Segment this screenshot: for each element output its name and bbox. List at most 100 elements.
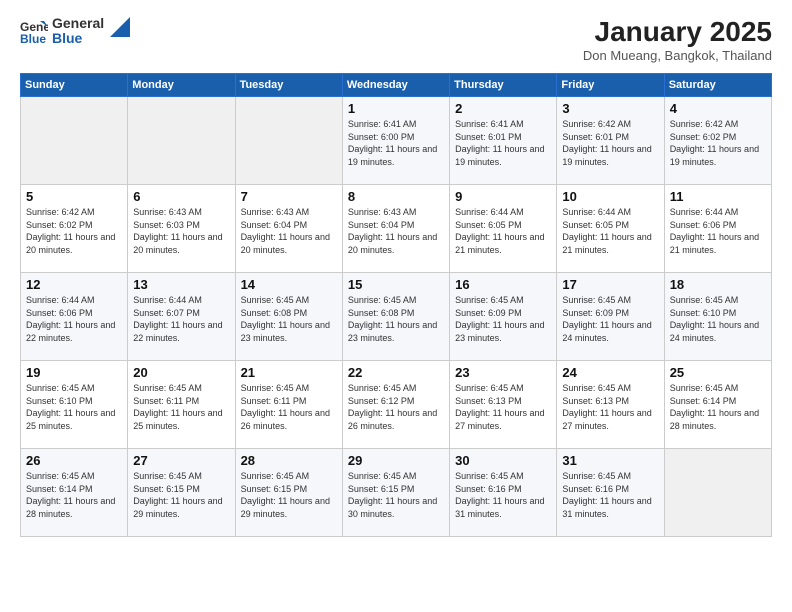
- calendar-cell: 4 Sunrise: 6:42 AMSunset: 6:02 PMDaylight…: [664, 97, 771, 185]
- month-title: January 2025: [583, 16, 772, 48]
- calendar-header: SundayMondayTuesdayWednesdayThursdayFrid…: [21, 74, 772, 97]
- calendar-cell: [664, 449, 771, 537]
- day-info: Sunrise: 6:42 AMSunset: 6:01 PMDaylight:…: [562, 118, 658, 168]
- svg-text:Blue: Blue: [20, 32, 46, 45]
- day-number: 7: [241, 189, 337, 204]
- day-number: 21: [241, 365, 337, 380]
- calendar-cell: 7Sunrise: 6:43 AMSunset: 6:04 PMDaylight…: [235, 185, 342, 273]
- calendar-cell: 5Sunrise: 6:42 AMSunset: 6:02 PMDaylight…: [21, 185, 128, 273]
- page-header: General Blue General Blue January 2025 D…: [20, 16, 772, 63]
- calendar-cell: 15 Sunrise: 6:45 AMSunset: 6:08 PMDayligh…: [342, 273, 449, 361]
- calendar-cell: 30 Sunrise: 6:45 AMSunset: 6:16 PMDayligh…: [450, 449, 557, 537]
- calendar-cell: 3 Sunrise: 6:42 AMSunset: 6:01 PMDaylight…: [557, 97, 664, 185]
- day-info: Sunrise: 6:41 AMSunset: 6:01 PMDaylight:…: [455, 118, 551, 168]
- day-info: Sunrise: 6:44 AMSunset: 6:06 PMDaylight:…: [26, 294, 122, 344]
- day-number: 1: [348, 101, 444, 116]
- location-subtitle: Don Mueang, Bangkok, Thailand: [583, 48, 772, 63]
- calendar-cell: 10 Sunrise: 6:44 AMSunset: 6:05 PMDayligh…: [557, 185, 664, 273]
- calendar-cell: [21, 97, 128, 185]
- day-info: Sunrise: 6:45 AMSunset: 6:08 PMDaylight:…: [348, 294, 444, 344]
- day-info: Sunrise: 6:45 AMSunset: 6:16 PMDaylight:…: [562, 470, 658, 520]
- day-info: Sunrise: 6:41 AMSunset: 6:00 PMDaylight:…: [348, 118, 444, 168]
- day-number: 29: [348, 453, 444, 468]
- calendar-week-5: 26 Sunrise: 6:45 AMSunset: 6:14 PMDayligh…: [21, 449, 772, 537]
- calendar-cell: [128, 97, 235, 185]
- day-number: 19: [26, 365, 122, 380]
- weekday-header-sunday: Sunday: [21, 74, 128, 97]
- day-number: 30: [455, 453, 551, 468]
- day-number: 3: [562, 101, 658, 116]
- weekday-header-tuesday: Tuesday: [235, 74, 342, 97]
- day-number: 24: [562, 365, 658, 380]
- day-number: 13: [133, 277, 229, 292]
- calendar-cell: 2 Sunrise: 6:41 AMSunset: 6:01 PMDaylight…: [450, 97, 557, 185]
- day-info: Sunrise: 6:45 AMSunset: 6:15 PMDaylight:…: [348, 470, 444, 520]
- day-info: Sunrise: 6:45 AMSunset: 6:08 PMDaylight:…: [241, 294, 337, 344]
- calendar-cell: 13 Sunrise: 6:44 AMSunset: 6:07 PMDayligh…: [128, 273, 235, 361]
- calendar-cell: 29 Sunrise: 6:45 AMSunset: 6:15 PMDayligh…: [342, 449, 449, 537]
- calendar-cell: 14Sunrise: 6:45 AMSunset: 6:08 PMDayligh…: [235, 273, 342, 361]
- calendar-cell: 8Sunrise: 6:43 AMSunset: 6:04 PMDaylight…: [342, 185, 449, 273]
- title-area: January 2025 Don Mueang, Bangkok, Thaila…: [583, 16, 772, 63]
- day-info: Sunrise: 6:45 AMSunset: 6:10 PMDaylight:…: [670, 294, 766, 344]
- day-number: 12: [26, 277, 122, 292]
- day-info: Sunrise: 6:42 AMSunset: 6:02 PMDaylight:…: [670, 118, 766, 168]
- calendar-cell: 11 Sunrise: 6:44 AMSunset: 6:06 PMDayligh…: [664, 185, 771, 273]
- day-number: 27: [133, 453, 229, 468]
- day-number: 2: [455, 101, 551, 116]
- weekday-header-friday: Friday: [557, 74, 664, 97]
- calendar-cell: 20 Sunrise: 6:45 AMSunset: 6:11 PMDayligh…: [128, 361, 235, 449]
- day-info: Sunrise: 6:43 AMSunset: 6:04 PMDaylight:…: [348, 206, 444, 256]
- weekday-header-wednesday: Wednesday: [342, 74, 449, 97]
- logo-general: General: [52, 16, 104, 31]
- calendar-cell: 6Sunrise: 6:43 AMSunset: 6:03 PMDaylight…: [128, 185, 235, 273]
- calendar-cell: 24Sunrise: 6:45 AMSunset: 6:13 PMDayligh…: [557, 361, 664, 449]
- day-info: Sunrise: 6:45 AMSunset: 6:13 PMDaylight:…: [455, 382, 551, 432]
- day-number: 9: [455, 189, 551, 204]
- calendar-cell: 26 Sunrise: 6:45 AMSunset: 6:14 PMDayligh…: [21, 449, 128, 537]
- day-info: Sunrise: 6:44 AMSunset: 6:07 PMDaylight:…: [133, 294, 229, 344]
- day-info: Sunrise: 6:45 AMSunset: 6:15 PMDaylight:…: [133, 470, 229, 520]
- day-number: 20: [133, 365, 229, 380]
- logo-icon: General Blue: [20, 17, 48, 45]
- calendar-week-4: 19Sunrise: 6:45 AMSunset: 6:10 PMDayligh…: [21, 361, 772, 449]
- calendar-cell: 17Sunrise: 6:45 AMSunset: 6:09 PMDayligh…: [557, 273, 664, 361]
- weekday-header-thursday: Thursday: [450, 74, 557, 97]
- logo-blue: Blue: [52, 31, 104, 46]
- day-info: Sunrise: 6:45 AMSunset: 6:11 PMDaylight:…: [133, 382, 229, 432]
- calendar-week-3: 12 Sunrise: 6:44 AMSunset: 6:06 PMDayligh…: [21, 273, 772, 361]
- day-number: 10: [562, 189, 658, 204]
- day-info: Sunrise: 6:44 AMSunset: 6:06 PMDaylight:…: [670, 206, 766, 256]
- calendar-cell: 18Sunrise: 6:45 AMSunset: 6:10 PMDayligh…: [664, 273, 771, 361]
- calendar-body: 1 Sunrise: 6:41 AMSunset: 6:00 PMDaylight…: [21, 97, 772, 537]
- day-info: Sunrise: 6:45 AMSunset: 6:09 PMDaylight:…: [455, 294, 551, 344]
- calendar-table: SundayMondayTuesdayWednesdayThursdayFrid…: [20, 73, 772, 537]
- day-number: 11: [670, 189, 766, 204]
- calendar-cell: 21 Sunrise: 6:45 AMSunset: 6:11 PMDayligh…: [235, 361, 342, 449]
- day-number: 4: [670, 101, 766, 116]
- day-info: Sunrise: 6:45 AMSunset: 6:11 PMDaylight:…: [241, 382, 337, 432]
- calendar-cell: 25Sunrise: 6:45 AMSunset: 6:14 PMDayligh…: [664, 361, 771, 449]
- logo: General Blue General Blue: [20, 16, 130, 47]
- calendar-cell: 12 Sunrise: 6:44 AMSunset: 6:06 PMDayligh…: [21, 273, 128, 361]
- day-info: Sunrise: 6:45 AMSunset: 6:14 PMDaylight:…: [670, 382, 766, 432]
- calendar-cell: 19Sunrise: 6:45 AMSunset: 6:10 PMDayligh…: [21, 361, 128, 449]
- calendar-cell: [235, 97, 342, 185]
- day-number: 15: [348, 277, 444, 292]
- calendar-cell: 16 Sunrise: 6:45 AMSunset: 6:09 PMDayligh…: [450, 273, 557, 361]
- weekday-header-saturday: Saturday: [664, 74, 771, 97]
- calendar-week-2: 5Sunrise: 6:42 AMSunset: 6:02 PMDaylight…: [21, 185, 772, 273]
- weekday-header-row: SundayMondayTuesdayWednesdayThursdayFrid…: [21, 74, 772, 97]
- day-info: Sunrise: 6:44 AMSunset: 6:05 PMDaylight:…: [562, 206, 658, 256]
- day-number: 23: [455, 365, 551, 380]
- day-info: Sunrise: 6:44 AMSunset: 6:05 PMDaylight:…: [455, 206, 551, 256]
- day-number: 16: [455, 277, 551, 292]
- day-info: Sunrise: 6:45 AMSunset: 6:09 PMDaylight:…: [562, 294, 658, 344]
- day-number: 5: [26, 189, 122, 204]
- day-info: Sunrise: 6:45 AMSunset: 6:16 PMDaylight:…: [455, 470, 551, 520]
- calendar-cell: 28Sunrise: 6:45 AMSunset: 6:15 PMDayligh…: [235, 449, 342, 537]
- day-number: 6: [133, 189, 229, 204]
- day-number: 26: [26, 453, 122, 468]
- day-number: 28: [241, 453, 337, 468]
- day-info: Sunrise: 6:45 AMSunset: 6:14 PMDaylight:…: [26, 470, 122, 520]
